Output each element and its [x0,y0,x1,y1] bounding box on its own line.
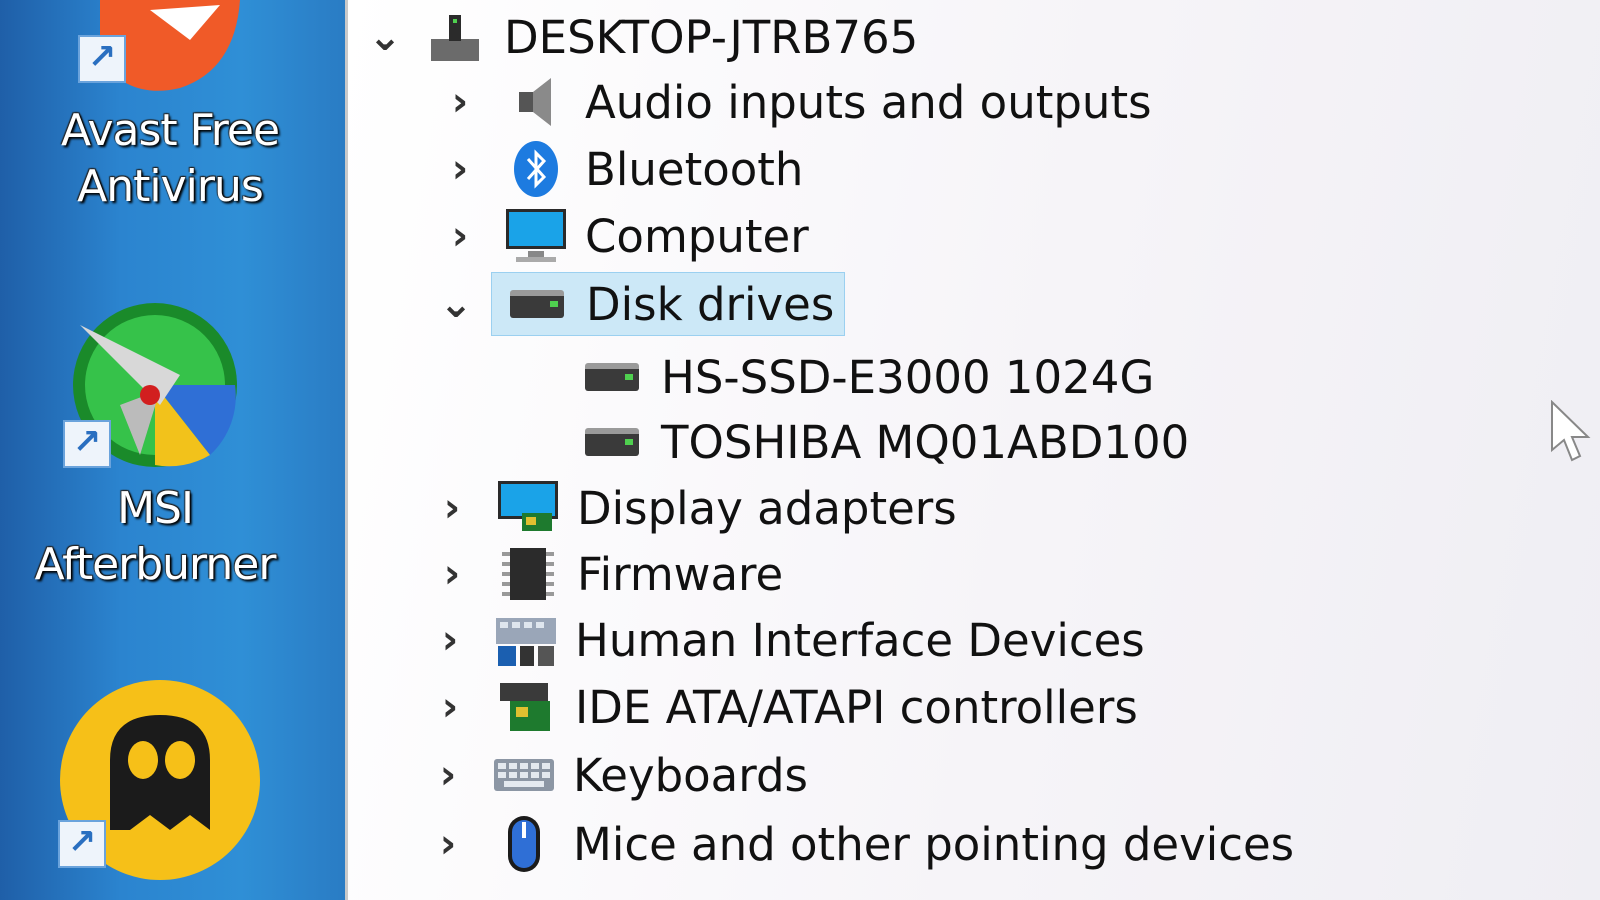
shortcut-arrow-icon: ↗ [58,820,106,868]
desktop-icon-msi-afterburner[interactable]: ↗ MSI Afterburner [5,295,305,593]
tree-item-bluetooth[interactable]: › Bluetooth [445,137,803,201]
expand-chevron-icon[interactable]: › [433,821,463,867]
shortcut-arrow-icon: ↗ [78,35,126,83]
expand-chevron-icon[interactable]: › [445,213,475,259]
computer-root-icon [420,7,490,67]
pane-border [345,0,348,900]
mouse-icon [489,814,559,874]
tree-item-label: Audio inputs and outputs [585,75,1152,129]
tree-item-computer[interactable]: › Computer [445,204,809,268]
tree-item-mice[interactable]: › Mice and other pointing devices [433,812,1294,876]
disk-drive-icon [502,274,572,334]
collapse-chevron-icon[interactable]: ⌄ [439,281,473,327]
tree-item-display-adapters[interactable]: › Display adapters [437,476,957,540]
tree-item-label: Keyboards [573,748,808,802]
expand-chevron-icon[interactable]: › [445,79,475,125]
desktop-icon-label: Avast Free Antivirus [60,105,280,212]
expand-chevron-icon[interactable]: › [437,485,467,531]
tree-item-disk-hs-ssd[interactable]: HS-SSD-E3000 1024G [577,345,1154,409]
computer-name: DESKTOP-JTRB765 [504,10,919,64]
bluetooth-icon [501,139,571,199]
expand-chevron-icon[interactable]: › [437,551,467,597]
expand-chevron-icon[interactable]: › [435,617,465,663]
tree-item-audio[interactable]: › Audio inputs and outputs [445,70,1152,134]
mouse-cursor-icon [1551,400,1591,462]
device-tree-pane: ⌄ DESKTOP-JTRB765 › Audio inputs and out… [345,0,1600,900]
selection-highlight: Disk drives [491,272,846,336]
tree-item-label: TOSHIBA MQ01ABD100 [661,415,1190,469]
disk-drive-icon [577,347,647,407]
tree-item-label: Firmware [577,547,784,601]
tree-item-label: Disk drives [586,277,835,331]
expand-chevron-icon[interactable]: › [445,146,475,192]
desktop-area: ↗ Avast Free Antivirus ↗ MSI Afterburner… [0,0,345,900]
shortcut-arrow-icon: ↗ [63,420,111,468]
collapse-chevron-icon[interactable]: ⌄ [368,14,402,60]
ide-controller-icon [491,677,561,737]
tree-item-label: Bluetooth [585,142,804,196]
disk-drive-icon [577,412,647,472]
tree-item-label: Mice and other pointing devices [573,817,1295,871]
tree-item-label: IDE ATA/ATAPI controllers [575,680,1138,734]
keyboard-icon [489,745,559,805]
display-adapter-icon [493,478,563,538]
desktop-icon-avast[interactable]: ↗ Avast Free Antivirus [20,0,320,215]
tree-item-hid[interactable]: › Human Interface Devices [435,608,1145,672]
desktop-icon-cyberghost[interactable]: ↗ [10,680,310,880]
expand-chevron-icon[interactable]: › [433,752,463,798]
tree-root[interactable]: ⌄ DESKTOP-JTRB765 [368,5,919,69]
tree-item-label: Display adapters [577,481,957,535]
expand-chevron-icon[interactable]: › [435,684,465,730]
chip-icon [493,544,563,604]
monitor-icon [501,206,571,266]
tree-item-firmware[interactable]: › Firmware [437,542,784,606]
hid-icon [491,610,561,670]
speaker-icon [501,72,571,132]
tree-item-ide-controllers[interactable]: › IDE ATA/ATAPI controllers [435,675,1138,739]
tree-item-label: Human Interface Devices [575,613,1145,667]
tree-item-label: Computer [585,209,809,263]
tree-item-disk-drives[interactable]: ⌄ Disk drives [439,272,846,336]
tree-item-keyboards[interactable]: › Keyboards [433,743,808,807]
tree-item-disk-toshiba[interactable]: TOSHIBA MQ01ABD100 [577,410,1189,474]
desktop-icon-label: MSI Afterburner [34,483,277,590]
tree-item-label: HS-SSD-E3000 1024G [661,350,1155,404]
